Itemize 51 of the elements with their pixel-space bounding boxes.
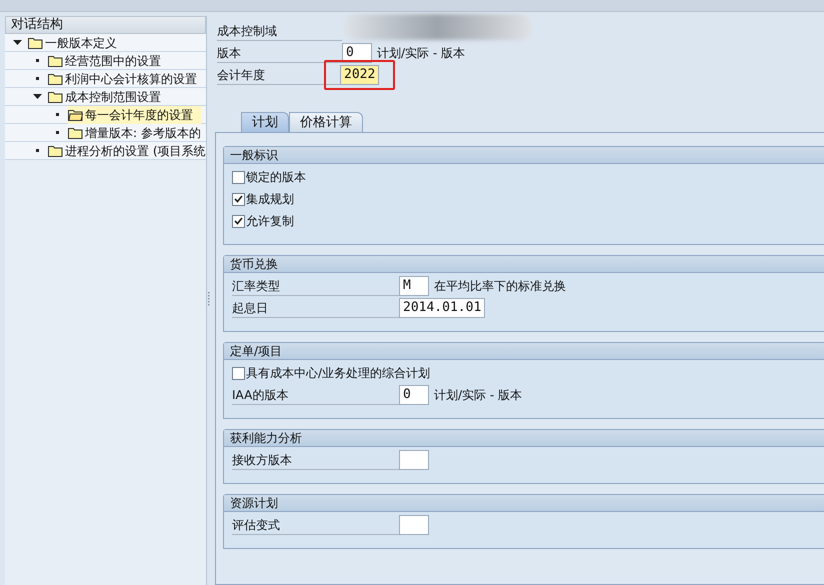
checkbox-label: 集成规划 xyxy=(246,191,294,208)
folder-icon xyxy=(68,126,83,138)
checkbox[interactable] xyxy=(232,214,245,228)
bullet-icon xyxy=(56,131,59,134)
open-folder-icon xyxy=(68,108,83,120)
checkbox-label: 锁定的版本 xyxy=(246,169,306,186)
tab[interactable]: 价格计算 xyxy=(289,112,363,132)
tree-item[interactable]: 一般版本定义 xyxy=(28,34,125,52)
tree-header: 对话结构 xyxy=(5,16,206,34)
folder-icon xyxy=(48,90,63,102)
input-field[interactable]: 2022 xyxy=(340,65,380,85)
field-description: 计划/实际 - 版本 xyxy=(434,387,522,404)
tree-item[interactable]: 成本控制范围设置 xyxy=(48,88,169,106)
field-description: 计划/实际 - 版本 xyxy=(377,45,466,62)
group-title: 一般标识 xyxy=(224,147,824,164)
checkmark-icon xyxy=(234,217,243,225)
expanded-arrow-icon[interactable] xyxy=(13,38,22,47)
tree-item[interactable]: 经营范围中的设置 xyxy=(48,52,169,70)
tree-item[interactable]: 每一会计年度的设置 xyxy=(68,106,201,124)
tree-item[interactable]: 进程分析的设置 (项目系统 xyxy=(48,142,206,160)
input-field[interactable]: 2014.01.01 xyxy=(399,298,486,318)
bullet-icon xyxy=(36,149,39,152)
field-label: 成本控制域 xyxy=(217,22,342,40)
field-description: 在平均比率下的标准兑换 xyxy=(434,278,566,295)
folder-icon xyxy=(28,36,43,48)
folder-icon xyxy=(48,54,63,66)
bullet-icon xyxy=(36,77,39,80)
checkbox-label: 具有成本中心/业务处理的综合计划 xyxy=(246,365,430,382)
tab[interactable]: 计划 xyxy=(241,112,289,132)
expanded-arrow-icon[interactable] xyxy=(33,92,42,101)
group-title: 定单/项目 xyxy=(224,343,824,360)
input-field[interactable] xyxy=(399,450,429,470)
checkbox[interactable] xyxy=(232,366,245,380)
folder-icon xyxy=(48,72,63,84)
input-field[interactable]: 0 xyxy=(342,43,372,63)
input-field[interactable]: M xyxy=(399,276,429,296)
tree-item[interactable]: 增量版本: 参考版本的 xyxy=(68,124,206,142)
group-title: 资源计划 xyxy=(224,495,824,512)
group-title: 货币兑换 xyxy=(224,256,824,273)
bullet-icon xyxy=(56,113,59,116)
checkbox-label: 允许复制 xyxy=(246,213,294,230)
checkbox[interactable] xyxy=(232,170,245,184)
group-title: 获利能力分析 xyxy=(224,430,824,447)
checkbox[interactable] xyxy=(232,192,245,206)
folder-icon xyxy=(48,144,63,156)
bullet-icon xyxy=(36,59,39,62)
splitter-handle-icon[interactable] xyxy=(207,292,210,306)
input-field[interactable]: 0 xyxy=(399,385,429,405)
checkmark-icon xyxy=(234,195,243,203)
tree-item[interactable]: 利润中心会计核算的设置 xyxy=(48,70,205,88)
input-field[interactable] xyxy=(399,515,429,535)
